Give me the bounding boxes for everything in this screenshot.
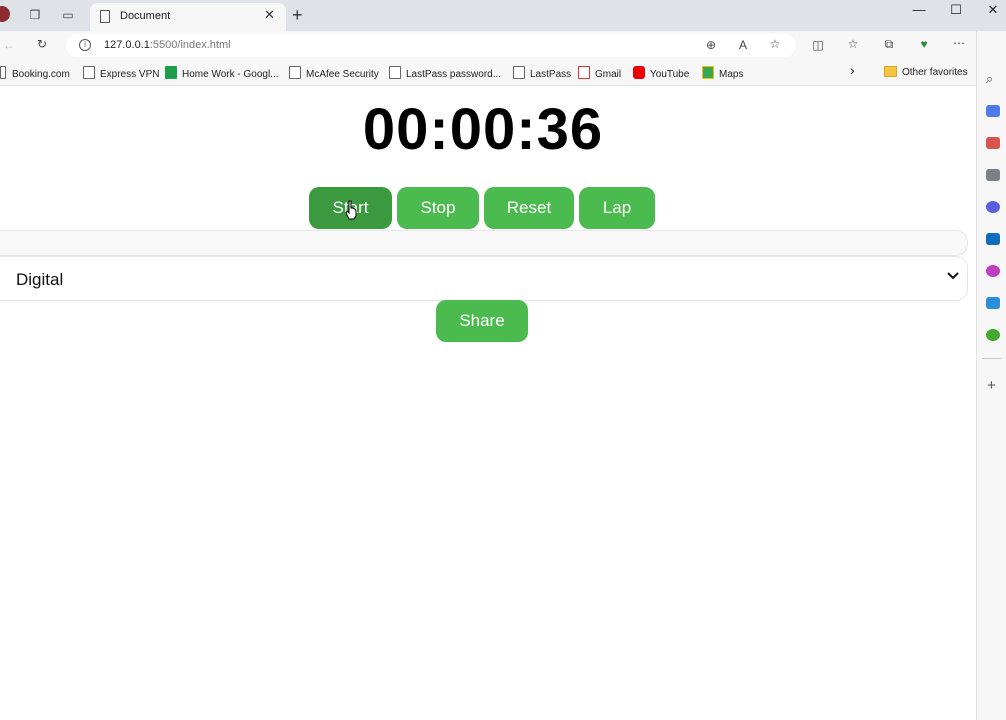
- minimize-button[interactable]: —: [907, 2, 931, 17]
- browser-essentials-icon[interactable]: ♥: [915, 37, 933, 51]
- bookmarks-bar: Booking.com Express VPN Home Work - Goog…: [0, 61, 976, 86]
- send-icon[interactable]: [986, 297, 1000, 309]
- bookmark-item[interactable]: Gmail: [578, 66, 621, 80]
- workspaces-icon[interactable]: ❒: [26, 8, 44, 22]
- new-tab-button[interactable]: +: [292, 5, 303, 26]
- page-icon: [389, 66, 401, 79]
- bookmark-item[interactable]: LastPass password...: [389, 66, 501, 80]
- back-icon[interactable]: ←: [0, 38, 18, 52]
- page-icon: [83, 66, 95, 79]
- bookmark-item[interactable]: YouTube: [633, 66, 689, 80]
- reset-button[interactable]: Reset: [484, 187, 574, 229]
- collections-icon[interactable]: ⧉: [880, 37, 898, 52]
- stop-button[interactable]: Stop: [397, 187, 479, 229]
- zoom-icon[interactable]: ⊕: [702, 38, 720, 52]
- tab-document[interactable]: Document ✕: [90, 3, 286, 31]
- chevron-down-icon: [947, 268, 959, 285]
- page-icon: [513, 66, 525, 79]
- favorites-icon[interactable]: ☆: [844, 37, 862, 51]
- page-icon: [289, 66, 301, 79]
- more-menu-icon[interactable]: ⋯: [950, 36, 968, 50]
- gmail-icon: [578, 66, 590, 79]
- designer-icon[interactable]: [986, 265, 1000, 277]
- display-mode-select[interactable]: Digital: [0, 256, 968, 301]
- bookmark-item[interactable]: Home Work - Googl...: [165, 66, 279, 80]
- bookmark-item[interactable]: Booking.com: [0, 66, 70, 80]
- page-icon: [100, 10, 110, 23]
- browser-tab-strip: ❒ ▭ Document ✕ + — ☐ ✕: [0, 0, 1006, 31]
- bookmark-item[interactable]: McAfee Security: [289, 66, 379, 80]
- add-sidebar-app-icon[interactable]: +: [987, 377, 996, 394]
- microsoft-365-icon[interactable]: [986, 201, 1000, 213]
- games-icon[interactable]: [986, 169, 1000, 181]
- read-aloud-icon[interactable]: A: [734, 38, 752, 52]
- browser-sidebar: ⌕ +: [976, 31, 1006, 720]
- site-info-icon[interactable]: i: [79, 39, 91, 51]
- search-icon[interactable]: ⌕: [986, 71, 993, 87]
- sidebar-divider: [982, 358, 1002, 359]
- other-favorites-folder[interactable]: Other favorites: [884, 66, 968, 78]
- browser-toolbar: ← ↻ i 127.0.0.1:5500/index.html ⊕ A ☆ ◫ …: [0, 31, 1006, 61]
- page-icon: [0, 66, 6, 79]
- close-window-button[interactable]: ✕: [981, 2, 1005, 18]
- tree-icon[interactable]: [986, 329, 1000, 341]
- shopping-tag-icon[interactable]: [986, 105, 1000, 117]
- favorite-star-icon[interactable]: ☆: [766, 37, 784, 51]
- laps-list: [0, 230, 968, 256]
- maps-icon: [702, 66, 714, 79]
- share-button[interactable]: Share: [436, 300, 528, 342]
- bookmark-item[interactable]: Express VPN: [83, 66, 159, 80]
- tab-title: Document: [120, 10, 171, 22]
- bookmark-item[interactable]: Maps: [702, 66, 743, 80]
- maximize-button[interactable]: ☐: [944, 2, 968, 18]
- display-mode-value: Digital: [16, 270, 64, 289]
- tools-briefcase-icon[interactable]: [986, 137, 1000, 149]
- tab-actions-icon[interactable]: ▭: [59, 8, 77, 22]
- youtube-icon: [633, 66, 645, 79]
- outlook-icon[interactable]: [986, 233, 1000, 245]
- split-screen-icon[interactable]: ◫: [809, 38, 827, 52]
- hand-cursor-icon: [345, 200, 357, 220]
- tab-close-icon[interactable]: ✕: [264, 7, 275, 23]
- bookmark-item[interactable]: LastPass: [513, 66, 571, 80]
- lap-button[interactable]: Lap: [579, 187, 655, 229]
- google-sheets-icon: [165, 66, 177, 79]
- refresh-icon[interactable]: ↻: [33, 37, 51, 51]
- address-bar[interactable]: i 127.0.0.1:5500/index.html ⊕ A ☆: [66, 34, 796, 57]
- url-text: 127.0.0.1:5500/index.html: [104, 39, 231, 51]
- profile-avatar[interactable]: [0, 6, 10, 22]
- stopwatch-display: 00:00:36: [362, 97, 604, 162]
- folder-icon: [884, 66, 897, 77]
- bookmarks-overflow-chevron-icon[interactable]: ›: [850, 62, 855, 78]
